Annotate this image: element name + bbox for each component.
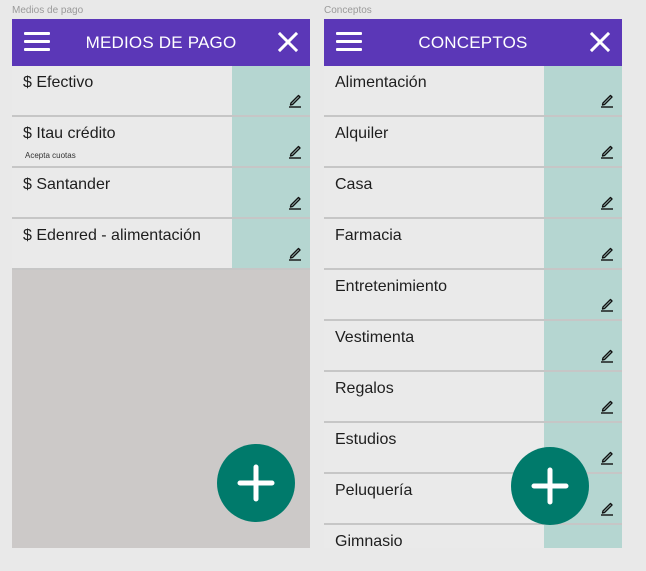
menu-icon[interactable] — [336, 32, 362, 52]
edit-icon — [601, 196, 613, 210]
edit-button[interactable] — [544, 66, 622, 115]
list-item[interactable]: Alquiler — [324, 117, 622, 168]
edit-button[interactable] — [544, 117, 622, 166]
edit-icon — [601, 145, 613, 159]
edit-icon — [601, 298, 613, 312]
list-item[interactable]: Regalos — [324, 372, 622, 423]
app-bar: CONCEPTOS — [324, 19, 622, 66]
list-item[interactable]: Vestimenta — [324, 321, 622, 372]
list-item-label: Alquiler — [335, 125, 389, 142]
list-item-label: Entretenimiento — [335, 278, 448, 295]
edit-button[interactable] — [544, 321, 622, 370]
edit-button[interactable] — [232, 66, 310, 115]
list-item-label: Casa — [335, 176, 373, 193]
list-item[interactable]: $ Edenred - alimentación — [12, 219, 310, 270]
add-concept-button[interactable] — [511, 447, 589, 525]
list-item-label: Gimnasio — [335, 533, 403, 548]
list-item[interactable]: Alimentación — [324, 66, 622, 117]
list-item[interactable]: Farmacia — [324, 219, 622, 270]
edit-button[interactable] — [232, 219, 310, 268]
list-item[interactable]: $ Itau crédito Acepta cuotas — [12, 117, 310, 168]
list-item[interactable]: Casa — [324, 168, 622, 219]
list-item[interactable]: Entretenimiento — [324, 270, 622, 321]
plus-icon — [237, 464, 275, 502]
edit-icon — [289, 196, 301, 210]
close-icon[interactable] — [276, 30, 300, 54]
list-item-label: Vestimenta — [335, 329, 415, 346]
edit-icon — [289, 145, 301, 159]
edit-button[interactable] — [544, 525, 622, 548]
list-item-label: Regalos — [335, 380, 394, 397]
list-item[interactable]: Gimnasio — [324, 525, 622, 548]
edit-icon — [289, 247, 301, 261]
frame-label-pagos: Medios de pago — [12, 5, 84, 16]
edit-button[interactable] — [544, 168, 622, 217]
edit-icon — [289, 94, 301, 108]
plus-icon — [531, 467, 569, 505]
list-item-label: Estudios — [335, 431, 397, 448]
edit-icon — [601, 349, 613, 363]
edit-icon — [601, 94, 613, 108]
add-payment-method-button[interactable] — [217, 444, 295, 522]
list-item-label: Alimentación — [335, 74, 427, 91]
edit-icon — [601, 400, 613, 414]
list-item[interactable]: $ Efectivo — [12, 66, 310, 117]
frame-label-conceptos: Conceptos — [324, 5, 372, 16]
list-item[interactable]: $ Santander — [12, 168, 310, 219]
list-item-label: $ Edenred - alimentación — [23, 227, 201, 244]
edit-button[interactable] — [544, 219, 622, 268]
page-title: CONCEPTOS — [418, 33, 528, 52]
edit-icon — [601, 502, 613, 516]
edit-button[interactable] — [232, 168, 310, 217]
screen-conceptos: CONCEPTOS Alimentación Alquiler Casa Farmac… — [324, 19, 622, 548]
list-item-label: $ Efectivo — [23, 74, 94, 91]
edit-icon — [601, 451, 613, 465]
page-title: MEDIOS DE PAGO — [85, 33, 237, 52]
edit-button[interactable] — [544, 270, 622, 319]
app-bar: MEDIOS DE PAGO — [12, 19, 310, 66]
payment-methods-list: $ Efectivo $ Itau crédito Acepta cuotas $ S… — [12, 66, 310, 270]
menu-icon[interactable] — [24, 32, 50, 52]
close-icon[interactable] — [588, 30, 612, 54]
edit-button[interactable] — [232, 117, 310, 166]
list-item-label: Farmacia — [335, 227, 402, 244]
list-item-label: $ Santander — [23, 176, 111, 193]
edit-button[interactable] — [544, 372, 622, 421]
list-item-subtitle: Acepta cuotas — [25, 151, 76, 160]
screen-medios-de-pago: MEDIOS DE PAGO $ Efectivo $ Itau crédito A… — [12, 19, 310, 548]
edit-icon — [601, 247, 613, 261]
